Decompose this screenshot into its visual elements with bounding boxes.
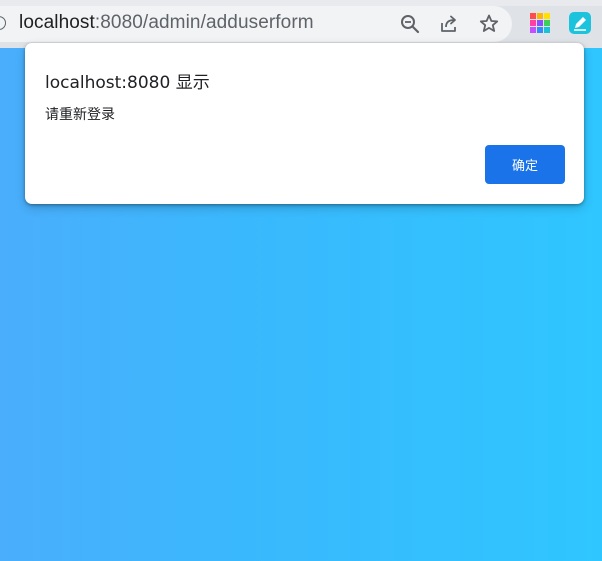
extension-grid-icon[interactable]: [529, 12, 551, 34]
browser-toolbar: localhost:8080/admin/adduserform: [0, 0, 602, 48]
url-path: :8080/admin/adduserform: [94, 12, 314, 33]
zoom-out-icon[interactable]: [398, 12, 422, 36]
url-text[interactable]: localhost:8080/admin/adduserform: [19, 12, 314, 34]
ok-button[interactable]: 确定: [485, 145, 565, 184]
url-host: localhost: [19, 12, 95, 33]
extension-pen-icon[interactable]: [569, 12, 591, 34]
browser-window: localhost:8080/admin/adduserform localho…: [0, 0, 602, 561]
dialog-title: localhost:8080 显示: [45, 73, 210, 93]
alert-dialog: localhost:8080 显示 请重新登录 确定: [25, 43, 584, 204]
dialog-message: 请重新登录: [45, 107, 115, 123]
bookmark-star-icon[interactable]: [477, 12, 501, 36]
share-icon[interactable]: [437, 12, 461, 36]
